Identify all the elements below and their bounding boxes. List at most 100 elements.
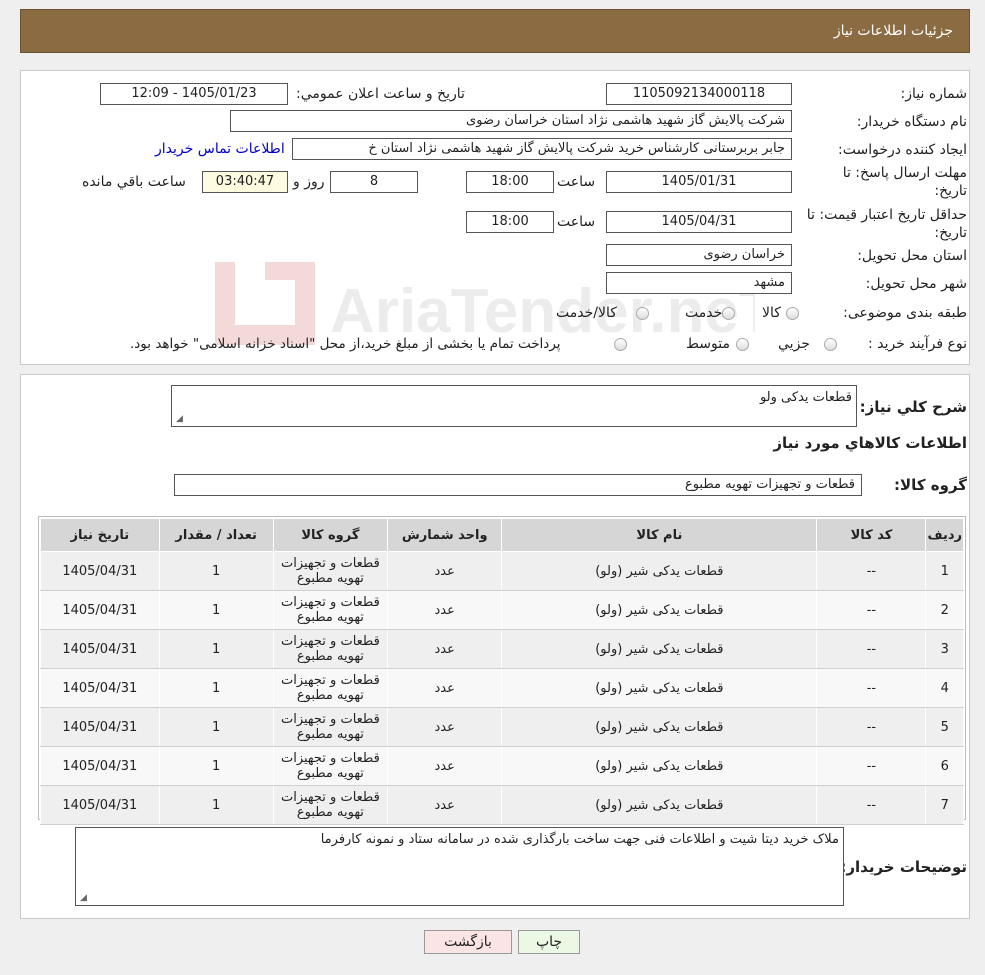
deadline-time-label: ساعت [557,174,596,190]
process-radio-minor[interactable] [824,338,837,351]
category-radio-goods[interactable] [786,307,799,320]
buyer-org-field: شرکت پالايش گاز شهيد هاشمی نژاد استان خر… [230,110,792,132]
process-label: نوع فرآیند خرید : [868,336,967,352]
table-row: 7 -- قطعات یدکی شیر (ولو) عدد قطعات و تج… [40,785,964,825]
validity-time-field: 18:00 [466,211,554,233]
table-header-row: رديف کد کالا نام کالا واحد شمارش گروه کا… [40,518,964,552]
province-field: خراسان رضوی [606,244,792,266]
category-option-goods: کالا [762,305,781,321]
process-checkbox-treasury[interactable] [614,338,627,351]
group-label: گروه كالا: [894,476,967,494]
cell-need-date: 1405/04/31 [40,551,160,591]
col-header-quantity: تعداد / مقدار [158,518,274,552]
process-note: پرداخت تمام یا بخشی از مبلغ خرید،از محل … [130,336,561,352]
col-header-need-date: تاریخ نیاز [40,518,160,552]
category-radio-service[interactable] [722,307,735,320]
cell-row-number: 1 [925,551,964,591]
cell-unit: عدد [387,785,503,825]
cell-row-number: 3 [925,629,964,669]
table-row: 6 -- قطعات یدکی شیر (ولو) عدد قطعات و تج… [40,746,964,786]
cell-quantity: 1 [158,746,274,786]
cell-group: قطعات و تجهیزات تهویه مطبوع [272,785,389,825]
cell-row-number: 7 [925,785,964,825]
page-title: جزئیات اطلاعات نیاز [833,23,953,39]
cell-unit: عدد [387,746,503,786]
announce-field: 1405/01/23 - 12:09 [100,83,288,105]
cell-need-date: 1405/04/31 [40,590,160,630]
cell-unit: عدد [387,590,503,630]
validity-label: حداقل تاریخ اعتبار قیمت: تا [806,207,967,223]
deadline-label: مهلت ارسال پاسخ: تا [842,165,967,181]
resize-handle-icon[interactable]: ◢ [176,414,183,424]
cell-item-code: -- [816,629,927,669]
col-header-row-number: رديف [925,518,964,552]
cell-item-code: -- [816,668,927,708]
cell-row-number: 4 [925,668,964,708]
province-label: استان محل تحویل: [857,248,967,264]
buyer-notes-text: ملاک خرید دیتا شیت و اطلاعات فنی جهت ساخ… [320,832,839,847]
cell-unit: عدد [387,551,503,591]
days-label: روز و [293,174,325,190]
goods-info-title: اطلاعات كالاهاي مورد نياز [773,434,967,452]
cell-item-name: قطعات یدکی شیر (ولو) [501,707,818,747]
cell-quantity: 1 [158,551,274,591]
requester-label: ایجاد کننده درخواست: [838,142,967,158]
cell-item-name: قطعات یدکی شیر (ولو) [501,629,818,669]
cell-item-code: -- [816,707,927,747]
need-number-label: شماره نیاز: [900,86,968,102]
category-option-both: کالا/خدمت [556,305,617,321]
cell-quantity: 1 [158,590,274,630]
days-field: 8 [330,171,418,193]
validity-time-label: ساعت [557,214,596,230]
table-row: 5 -- قطعات یدکی شیر (ولو) عدد قطعات و تج… [40,707,964,747]
group-field: قطعات و تجهیزات تهویه مطبوع [174,474,862,496]
cell-unit: عدد [387,707,503,747]
table-row: 4 -- قطعات یدکی شیر (ولو) عدد قطعات و تج… [40,668,964,708]
buyer-contact-link[interactable]: اطلاعات تماس خریدار [155,141,285,157]
cell-group: قطعات و تجهیزات تهویه مطبوع [272,551,389,591]
col-header-group: گروه کالا [272,518,389,552]
cell-group: قطعات و تجهیزات تهویه مطبوع [272,746,389,786]
buyer-org-label: نام دستگاه خریدار: [856,114,967,130]
buyer-notes-label: توضیحات خریدار: [840,858,967,876]
cell-need-date: 1405/04/31 [40,785,160,825]
remaining-label: ساعت باقي مانده [82,174,186,190]
cell-item-code: -- [816,590,927,630]
summary-textarea[interactable]: قطعات یدکی ولو ◢ [171,385,857,427]
cell-need-date: 1405/04/31 [40,707,160,747]
category-radio-both[interactable] [636,307,649,320]
cell-quantity: 1 [158,785,274,825]
cell-need-date: 1405/04/31 [40,668,160,708]
remaining-time-field: 03:40:47 [202,171,288,193]
cell-row-number: 2 [925,590,964,630]
cell-row-number: 5 [925,707,964,747]
process-radio-medium[interactable] [736,338,749,351]
category-option-service: خدمت [685,305,723,321]
city-field: مشهد [606,272,792,294]
table-row: 1 -- قطعات یدکی شیر (ولو) عدد قطعات و تج… [40,551,964,591]
validity-label-date: تاریخ: [934,225,967,241]
need-number-field: 1105092134000118 [606,83,792,105]
validity-date-field: 1405/04/31 [606,211,792,233]
summary-text: قطعات یدکی ولو [759,390,852,405]
process-option-medium: متوسط [686,336,730,352]
print-button[interactable]: چاپ [518,930,580,954]
resize-handle-icon[interactable]: ◢ [80,893,87,903]
cell-group: قطعات و تجهیزات تهویه مطبوع [272,629,389,669]
process-option-minor: جزيي [778,336,810,352]
cell-item-name: قطعات یدکی شیر (ولو) [501,785,818,825]
buyer-notes-textarea[interactable]: ملاک خرید دیتا شیت و اطلاعات فنی جهت ساخ… [75,827,844,906]
cell-row-number: 6 [925,746,964,786]
cell-item-name: قطعات یدکی شیر (ولو) [501,668,818,708]
cell-group: قطعات و تجهیزات تهویه مطبوع [272,590,389,630]
cell-item-code: -- [816,785,927,825]
back-button[interactable]: بازگشت [424,930,512,954]
cell-item-code: -- [816,551,927,591]
deadline-time-field: 18:00 [466,171,554,193]
page-header: جزئیات اطلاعات نیاز [20,9,970,53]
cell-quantity: 1 [158,668,274,708]
cell-item-name: قطعات یدکی شیر (ولو) [501,551,818,591]
cell-need-date: 1405/04/31 [40,629,160,669]
items-table: رديف کد کالا نام کالا واحد شمارش گروه کا… [40,518,964,825]
requester-field: جابر بربرستانی کارشناس خرید شرکت پالایش … [292,138,792,160]
